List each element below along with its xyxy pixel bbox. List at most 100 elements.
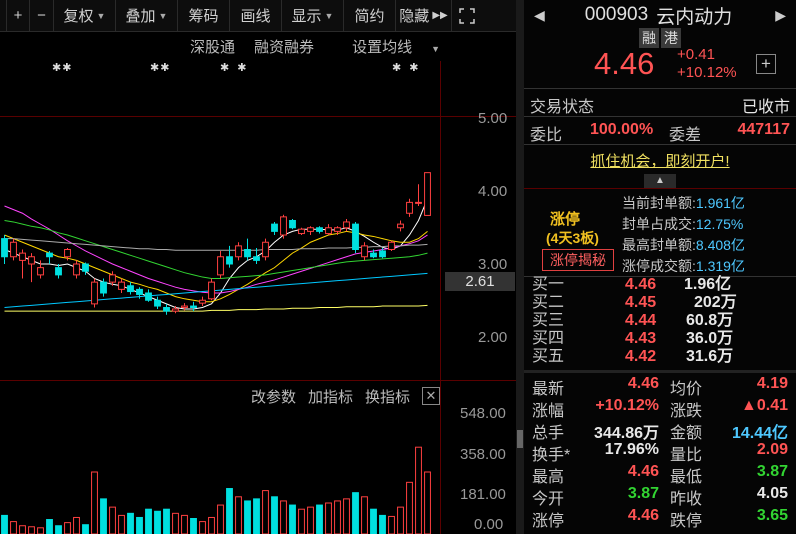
jiaoyi-label: 交易状态 <box>530 99 595 116</box>
add-watchlist-button[interactable]: + <box>756 54 776 74</box>
volume-bar <box>289 504 296 534</box>
candle-body <box>55 267 62 276</box>
shengutong-link[interactable]: 深股通 <box>190 36 235 57</box>
stats-row: 换手* 17.96% 量比 2.09 <box>524 441 796 464</box>
fuquan-dropdown[interactable]: 复权 ▼ <box>54 0 116 31</box>
volume-bar <box>406 481 413 534</box>
seal-value: 12.75% <box>695 216 744 232</box>
divider <box>524 370 796 373</box>
diejia-dropdown[interactable]: 叠加 ▼ <box>116 0 178 31</box>
volume-bar <box>181 514 188 534</box>
gaicanshu-button[interactable]: 改参数 <box>251 386 296 407</box>
volume-bar <box>163 508 170 534</box>
bid-price: 4.42 <box>625 348 657 365</box>
volume-bar <box>37 527 44 534</box>
candle-body <box>361 245 368 258</box>
open-account-link[interactable]: 抓住机会，即刻开户! <box>524 150 796 171</box>
close-icon[interactable]: ✕ <box>422 387 440 405</box>
seal-value: 1.961亿 <box>695 195 745 211</box>
bid-row[interactable]: 买一 4.46 1.96亿 <box>524 276 796 294</box>
stat-value: ▲0.41 <box>741 397 788 414</box>
stat-value: 4.05 <box>756 485 788 502</box>
candle-body <box>235 245 242 258</box>
zhangting-days: (4天3板) <box>546 230 599 246</box>
stat-value: 4.19 <box>756 375 788 392</box>
stat-value: 17.96% <box>604 441 659 458</box>
divider <box>0 116 516 117</box>
huanzhibiao-button[interactable]: 换指标 <box>365 386 410 407</box>
volume-bar <box>352 492 359 534</box>
jiazhibiao-button[interactable]: 加指标 <box>308 386 353 407</box>
stat-value: 14.44亿 <box>731 425 788 442</box>
candle-body <box>181 305 188 309</box>
stat-label: 最新 <box>532 381 565 398</box>
xianshi-dropdown[interactable]: 显示 ▼ <box>282 0 344 31</box>
seal-label: 最高封单额: <box>622 237 696 253</box>
stat-label: 最低 <box>670 469 703 486</box>
stats-row: 最新 4.46 均价 4.19 <box>524 375 796 398</box>
candle-body <box>136 288 143 295</box>
panel-splitter[interactable] <box>516 0 524 534</box>
weicha-label: 委差 <box>669 127 702 144</box>
star-marker: ✱✱ <box>220 62 255 74</box>
weibi-value: 100.00% <box>590 121 654 138</box>
candle-body <box>46 252 53 258</box>
fullscreen-icon[interactable] <box>452 0 482 31</box>
divider <box>0 380 516 381</box>
volume-bar <box>109 506 116 534</box>
candle-body <box>109 274 116 283</box>
volume-axis-label: 358.00 <box>460 446 506 463</box>
candle-body <box>73 263 80 276</box>
chevron-down-icon: ▼ <box>324 10 334 21</box>
zhangting-jiemi-button[interactable]: 涨停揭秘 <box>542 249 614 271</box>
star-marker: ✱✱ <box>52 62 73 74</box>
bid-row[interactable]: 买四 4.43 36.0万 <box>524 330 796 348</box>
next-stock-icon[interactable]: ▶ <box>775 7 786 24</box>
quote-panel: ◀ 000903 云内动力 ▶ 融港 4.46 +0.41 +10.12% + … <box>524 0 796 534</box>
volume-bar <box>226 488 233 534</box>
bid-row[interactable]: 买二 4.45 202万 <box>524 294 796 312</box>
zoom-out-button[interactable]: − <box>30 0 54 31</box>
stat-value: 4.46 <box>627 463 659 480</box>
price-block: 4.46 +0.41 +10.12% + <box>524 46 796 84</box>
bid-volume: 36.0万 <box>686 330 734 347</box>
chevron-up-icon[interactable]: ▲ <box>644 174 676 188</box>
bid-price: 4.46 <box>625 276 657 293</box>
weicha-value: 447117 <box>737 121 790 138</box>
bid-row[interactable]: 买三 4.44 60.8万 <box>524 312 796 330</box>
volume-bar <box>253 498 260 534</box>
candle-body <box>289 220 296 229</box>
bid-row[interactable]: 买五 4.42 31.6万 <box>524 348 796 366</box>
collapse-row: ▲ <box>524 174 796 188</box>
chouma-button[interactable]: 筹码 <box>178 0 230 31</box>
stat-label: 涨停 <box>532 513 565 530</box>
volume-bar <box>217 504 224 534</box>
seal-row: 涨停成交额:1.319亿 <box>622 256 745 277</box>
stat-label: 涨跌 <box>670 403 703 420</box>
zoom-in-button[interactable]: + <box>6 0 30 31</box>
jianyue-button[interactable]: 简约 <box>344 0 396 31</box>
rongzi-link[interactable]: 融资融券 <box>254 36 314 57</box>
bid-label: 买五 <box>532 348 565 365</box>
yincang-button[interactable]: 隐藏 ▶▶ <box>396 0 452 31</box>
huaxian-button[interactable]: 画线 <box>230 0 282 31</box>
fuquan-label: 复权 <box>63 8 94 25</box>
volume-bar <box>127 512 134 534</box>
volume-bar <box>19 525 26 534</box>
stat-label: 跌停 <box>670 513 703 530</box>
divider <box>524 116 796 117</box>
candlestick-chart[interactable] <box>0 90 440 380</box>
junxian-dropdown[interactable]: 设置均线 ▼ <box>333 36 440 57</box>
volume-bar <box>424 471 431 534</box>
prev-stock-icon[interactable]: ◀ <box>534 7 545 24</box>
bid-label: 买一 <box>532 276 565 293</box>
splitter-handle[interactable] <box>517 430 523 448</box>
chart-toolbar: + − 复权 ▼ 叠加 ▼ 筹码 画线 显示 ▼ 简约 隐藏 ▶▶ <box>0 0 516 32</box>
volume-axis-label: 548.00 <box>460 405 506 422</box>
volume-chart[interactable] <box>0 410 440 534</box>
bid-label: 买三 <box>532 312 565 329</box>
xianshi-label: 显示 <box>291 8 322 25</box>
candle-body <box>253 256 260 261</box>
volume-bar <box>28 526 35 534</box>
candle-body <box>343 221 350 229</box>
